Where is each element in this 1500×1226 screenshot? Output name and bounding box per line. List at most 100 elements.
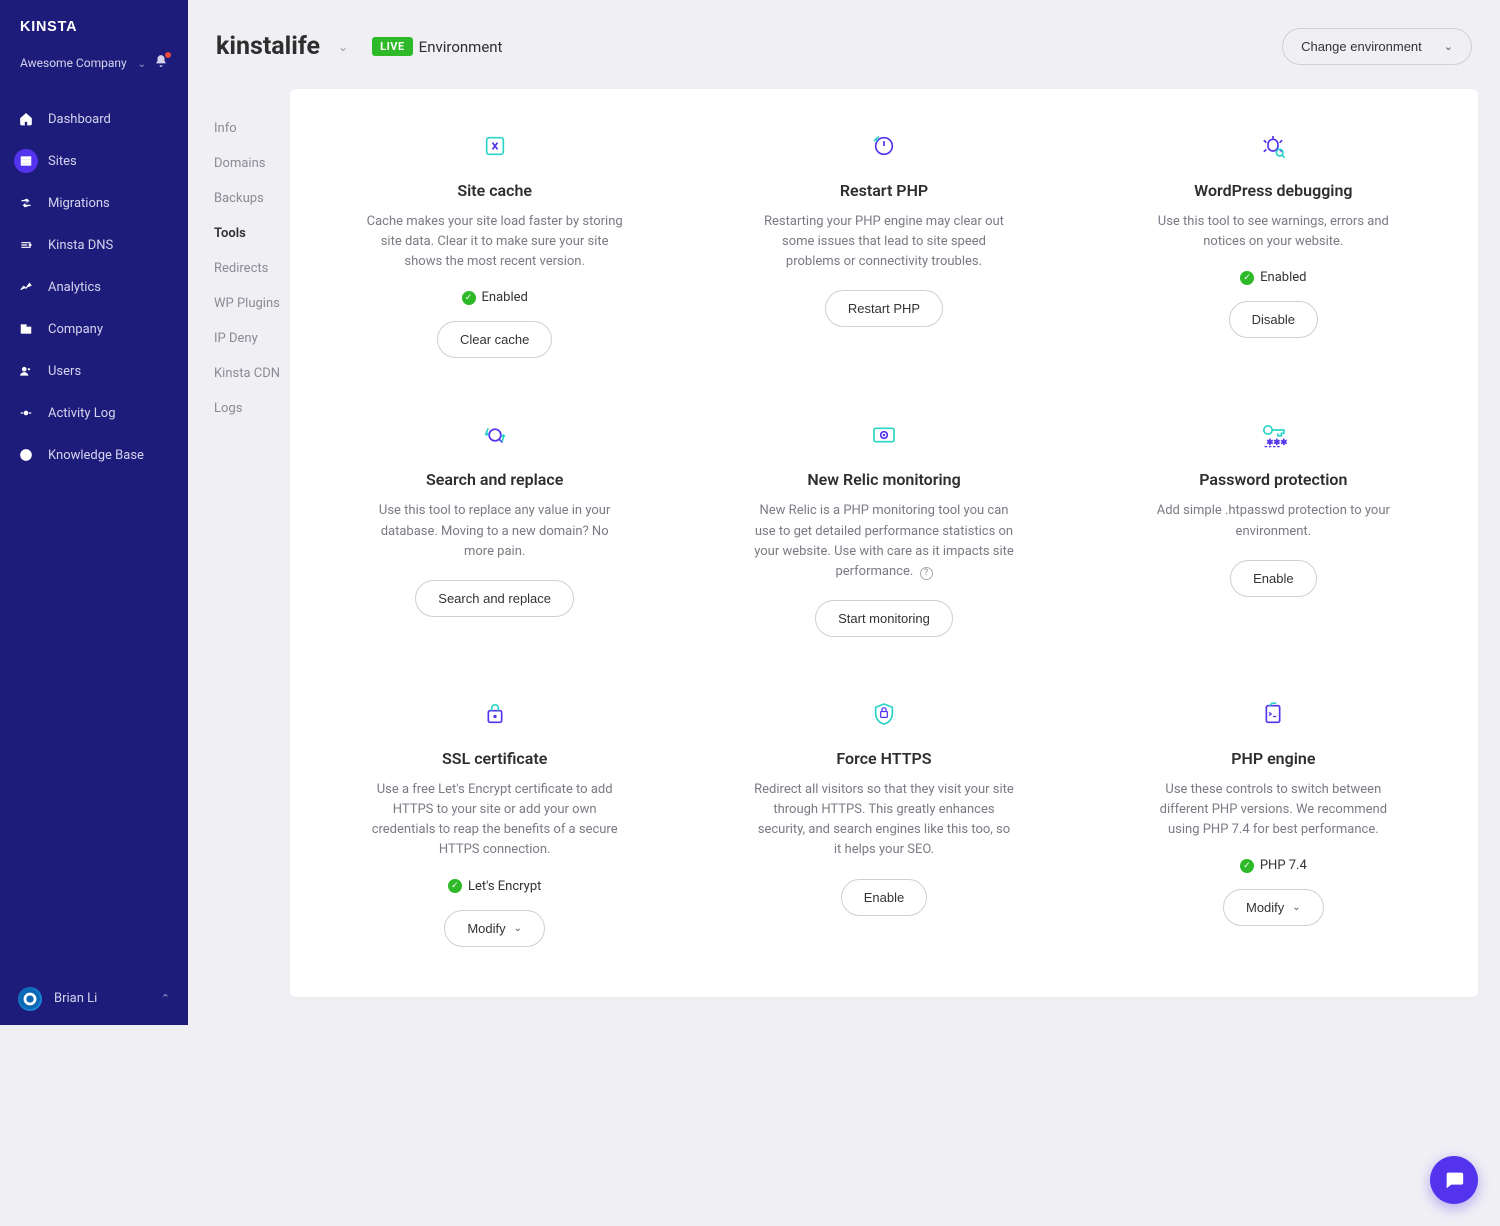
nav-label: Users — [48, 364, 81, 379]
topbar: kinstalife ⌄ LIVE Environment Change env… — [188, 0, 1500, 89]
site-switcher-chevron[interactable]: ⌄ — [338, 40, 348, 54]
migrations-icon — [14, 191, 38, 215]
chevron-down-icon: ⌄ — [1444, 40, 1453, 53]
tool-card-new-relic: New Relic monitoring New Relic is a PHP … — [699, 418, 1068, 637]
nav-item-company[interactable]: Company — [0, 308, 188, 350]
subnav-item-backups[interactable]: Backups — [214, 181, 290, 216]
chevron-down-icon: ⌄ — [1292, 902, 1300, 913]
search-replace-icon — [320, 418, 669, 452]
nav-label: Migrations — [48, 196, 110, 211]
modify-button[interactable]: Modify⌄ — [444, 910, 545, 947]
tool-card-restart-php: Restart PHP Restarting your PHP engine m… — [699, 129, 1068, 358]
user-name: Brian Li — [54, 991, 97, 1006]
chat-launcher[interactable] — [1430, 1156, 1478, 1204]
tool-description: Use these controls to switch between dif… — [1143, 780, 1403, 840]
nav-item-activity-log[interactable]: Activity Log — [0, 392, 188, 434]
tool-description: New Relic is a PHP monitoring tool you c… — [754, 501, 1014, 582]
notifications-bell-icon[interactable] — [154, 54, 168, 72]
avatar — [18, 987, 42, 1011]
subnav-item-tools[interactable]: Tools — [214, 216, 290, 251]
chevron-up-icon: ⌃ — [161, 992, 170, 1005]
nav-label: Dashboard — [48, 112, 111, 127]
nav-item-kinsta-dns[interactable]: Kinsta DNS — [0, 224, 188, 266]
tool-card-php-engine: PHP engine Use these controls to switch … — [1089, 697, 1458, 947]
tool-card-ssl: SSL certificate Use a free Let's Encrypt… — [310, 697, 679, 947]
tool-title: Site cache — [320, 181, 669, 200]
tool-title: Force HTTPS — [709, 749, 1058, 768]
home-icon — [14, 107, 38, 131]
environment-label: Environment — [419, 38, 503, 56]
tool-title: SSL certificate — [320, 749, 669, 768]
activity-icon — [14, 401, 38, 425]
company-name: Awesome Company — [20, 56, 127, 70]
svg-text:KINSTA: KINSTA — [20, 19, 77, 34]
search-replace-button[interactable]: Search and replace — [415, 580, 574, 617]
tool-description: Use this tool to see warnings, errors an… — [1143, 212, 1403, 252]
company-switcher[interactable]: Awesome Company ⌄ — [0, 46, 188, 90]
check-icon: ✓ — [1240, 271, 1254, 285]
primary-sidebar: KINSTA Awesome Company ⌄ Dashboard Sites — [0, 0, 188, 1025]
tool-status: ✓ Enabled — [320, 290, 669, 305]
tool-title: New Relic monitoring — [709, 470, 1058, 489]
tool-description: Add simple .htpasswd protection to your … — [1143, 501, 1403, 541]
nav-item-migrations[interactable]: Migrations — [0, 182, 188, 224]
nav-item-analytics[interactable]: Analytics — [0, 266, 188, 308]
analytics-icon — [14, 275, 38, 299]
tool-card-force-https: Force HTTPS Redirect all visitors so tha… — [699, 697, 1068, 947]
modify-button[interactable]: Modify⌄ — [1223, 889, 1324, 926]
ssl-icon — [320, 697, 669, 731]
chevron-down-icon: ⌄ — [138, 59, 146, 70]
subnav-item-kinsta-cdn[interactable]: Kinsta CDN — [214, 356, 290, 391]
nav-item-users[interactable]: Users — [0, 350, 188, 392]
subnav-item-logs[interactable]: Logs — [214, 391, 290, 426]
company-icon — [14, 317, 38, 341]
restart-php-button[interactable]: Restart PHP — [825, 290, 943, 327]
tool-description: Use a free Let's Encrypt certificate to … — [365, 780, 625, 861]
disable-button[interactable]: Disable — [1229, 301, 1318, 338]
start-monitoring-button[interactable]: Start monitoring — [815, 600, 953, 637]
tool-description: Use this tool to replace any value in yo… — [365, 501, 625, 561]
check-icon: ✓ — [448, 879, 462, 893]
sites-icon — [14, 149, 38, 173]
monitoring-icon — [709, 418, 1058, 452]
nav-item-knowledge-base[interactable]: Knowledge Base — [0, 434, 188, 476]
enable-button[interactable]: Enable — [1230, 560, 1316, 597]
tool-card-site-cache: Site cache Cache makes your site load fa… — [310, 129, 679, 358]
tool-description: Restarting your PHP engine may clear out… — [754, 212, 1014, 272]
subnav-item-ip-deny[interactable]: IP Deny — [214, 321, 290, 356]
tool-status: ✓ Let's Encrypt — [320, 879, 669, 894]
tool-status: ✓ Enabled — [1099, 270, 1448, 285]
clear-cache-button[interactable]: Clear cache — [437, 321, 552, 358]
tool-card-password-protection: ✱✱✱ Password protection Add simple .htpa… — [1089, 418, 1458, 637]
tool-title: Restart PHP — [709, 181, 1058, 200]
nav-item-sites[interactable]: Sites — [0, 140, 188, 182]
tool-title: WordPress debugging — [1099, 181, 1448, 200]
info-icon[interactable]: ? — [920, 567, 933, 580]
subnav-item-redirects[interactable]: Redirects — [214, 251, 290, 286]
subnav-item-domains[interactable]: Domains — [214, 146, 290, 181]
knowledge-icon — [14, 443, 38, 467]
site-name: kinstalife — [216, 32, 320, 61]
tool-card-search-replace: Search and replace Use this tool to repl… — [310, 418, 679, 637]
nav-item-dashboard[interactable]: Dashboard — [0, 98, 188, 140]
button-label: Change environment — [1301, 39, 1422, 54]
nav-label: Sites — [48, 154, 77, 169]
nav-label: Knowledge Base — [48, 448, 144, 463]
subnav-item-info[interactable]: Info — [214, 111, 290, 146]
tools-panel: Site cache Cache makes your site load fa… — [290, 89, 1478, 997]
secondary-sidebar: Info Domains Backups Tools Redirects WP … — [188, 89, 290, 1025]
check-icon: ✓ — [1240, 859, 1254, 873]
user-menu[interactable]: Brian Li ⌃ — [0, 973, 188, 1025]
users-icon — [14, 359, 38, 383]
subnav-item-wp-plugins[interactable]: WP Plugins — [214, 286, 290, 321]
nav-label: Analytics — [48, 280, 101, 295]
check-icon: ✓ — [462, 291, 476, 305]
chevron-down-icon: ⌄ — [514, 923, 522, 934]
php-icon — [1099, 697, 1448, 731]
cache-icon — [320, 129, 669, 163]
restart-icon — [709, 129, 1058, 163]
tool-title: PHP engine — [1099, 749, 1448, 768]
enable-button[interactable]: Enable — [841, 879, 927, 916]
change-environment-button[interactable]: Change environment ⌄ — [1282, 28, 1472, 65]
brand-logo[interactable]: KINSTA — [0, 0, 188, 46]
